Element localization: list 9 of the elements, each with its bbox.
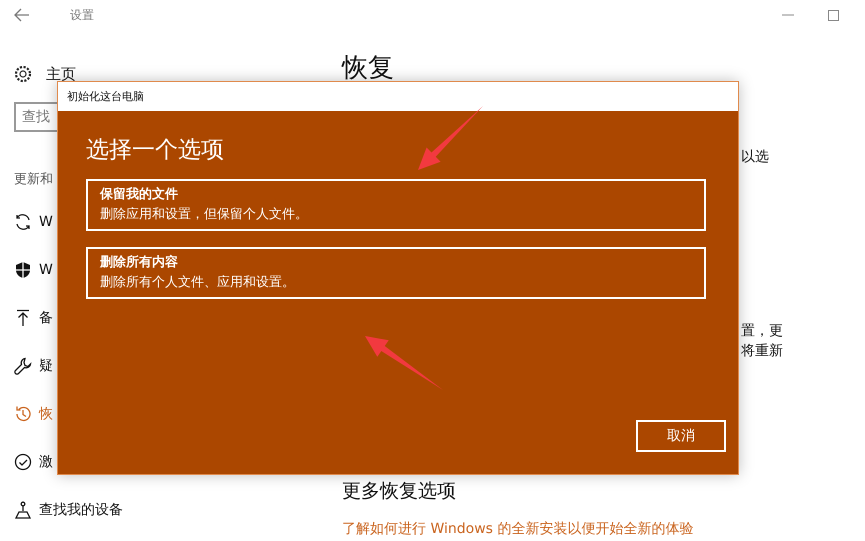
window-title: 设置 — [70, 6, 94, 24]
dialog-heading: 选择一个选项 — [86, 136, 224, 165]
section-title: 更新和 — [14, 171, 53, 186]
body-text: 以选 — [740, 148, 770, 167]
dialog-title: 初始化这台电脑 — [58, 82, 738, 111]
body-text: 置，更 — [740, 322, 784, 341]
page-title: 恢复 — [342, 52, 395, 85]
body-text: 将重新 — [740, 342, 784, 361]
section-heading: 更多恢复选项 — [342, 479, 456, 504]
